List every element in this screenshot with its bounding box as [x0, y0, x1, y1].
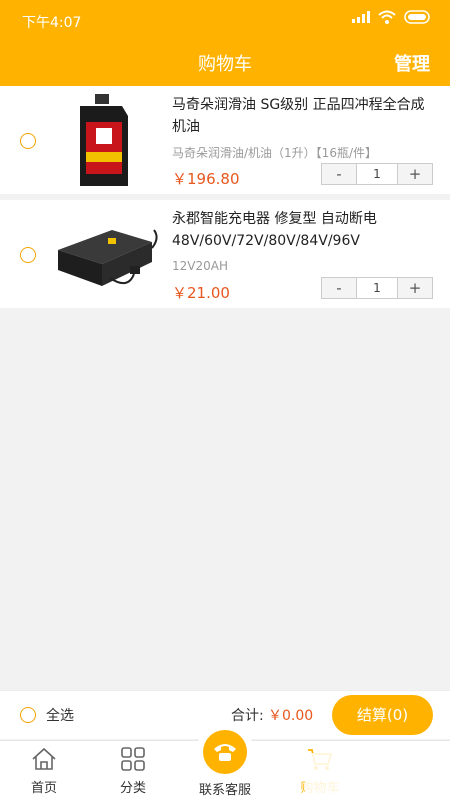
home-icon — [32, 747, 56, 770]
status-time: 下午4:07 — [22, 15, 82, 31]
decrease-button[interactable]: - — [322, 164, 356, 184]
item-select-radio[interactable] — [20, 133, 36, 149]
wifi-icon — [378, 10, 396, 24]
tab-service-label: 联系客服 — [198, 783, 251, 798]
telephone-icon — [214, 744, 236, 761]
cart-item: 永郡智能充电器 修复型 自动断电48V/60V/72V/80V/84V/96V … — [0, 200, 450, 308]
quantity-stepper: - 1 + — [321, 277, 433, 299]
product-price: ￥196.80 — [172, 170, 240, 188]
cart-item: 马奇朵润滑油 SG级别 正品四冲程全合成机油 马奇朵润滑油/机油（1升）【16瓶… — [0, 86, 450, 194]
select-all-radio[interactable] — [20, 707, 36, 723]
quantity-stepper: - 1 + — [321, 163, 433, 185]
total-label: 合计: — [231, 708, 264, 724]
motor-oil-bottle-image — [80, 94, 128, 186]
product-spec: 马奇朵润滑油/机油（1升）【16瓶/件】 — [172, 146, 377, 160]
status-bar: 下午4:07 — [0, 0, 450, 40]
tab-service[interactable]: 联系客服 — [185, 779, 265, 798]
watermark-overlay — [305, 753, 445, 799]
product-name[interactable]: 马奇朵润滑油 SG级别 正品四冲程全合成机油 — [172, 94, 437, 138]
increase-button[interactable]: + — [398, 164, 432, 184]
page-title: 购物车 — [198, 54, 252, 75]
quantity-value[interactable]: 1 — [356, 278, 398, 298]
charger-image — [58, 229, 158, 286]
checkout-button[interactable]: 结算(0) — [332, 695, 433, 735]
tab-home[interactable]: 首页 — [4, 741, 84, 796]
quantity-value[interactable]: 1 — [356, 164, 398, 184]
signal-icon — [352, 11, 370, 23]
tab-category-label: 分类 — [119, 781, 146, 796]
product-name[interactable]: 永郡智能充电器 修复型 自动断电48V/60V/72V/80V/84V/96V — [172, 208, 437, 252]
battery-icon — [404, 10, 430, 24]
app-header: 下午4:07 购物车 管理 — [0, 0, 450, 86]
contact-service-button[interactable] — [196, 723, 254, 781]
status-icons — [352, 10, 432, 24]
product-price: ￥21.00 — [172, 284, 230, 302]
manage-button[interactable]: 管理 — [394, 50, 430, 76]
grid-icon — [121, 747, 145, 771]
tab-category[interactable]: 分类 — [93, 741, 173, 796]
total-value: ￥0.00 — [268, 708, 314, 724]
increase-button[interactable]: + — [398, 278, 432, 298]
product-spec: 12V20AH — [172, 259, 228, 273]
tab-home-label: 首页 — [30, 781, 57, 796]
item-select-radio[interactable] — [20, 247, 36, 263]
tab-bar: 首页 分类 联系客服 购物车 — [0, 723, 450, 801]
select-all-label[interactable]: 全选 — [46, 705, 74, 725]
decrease-button[interactable]: - — [322, 278, 356, 298]
